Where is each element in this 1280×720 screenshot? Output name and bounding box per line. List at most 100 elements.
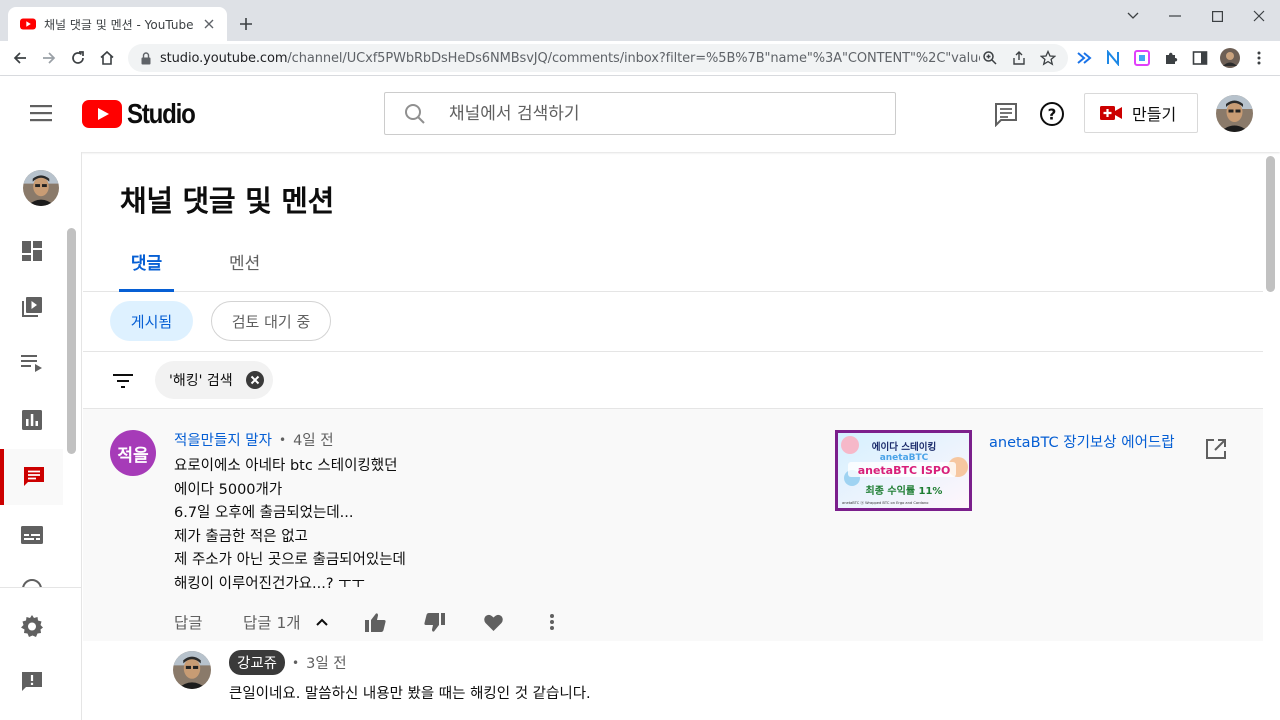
extensions-puzzle-icon[interactable] <box>1158 45 1184 71</box>
chip-held-for-review[interactable]: 검토 대기 중 <box>211 301 331 341</box>
settings-gear-icon <box>20 615 43 637</box>
tab-mentions[interactable]: 멘션 <box>229 240 263 292</box>
close-window-icon[interactable] <box>1239 3 1279 29</box>
back-icon[interactable] <box>7 45 33 71</box>
main-content: 채널 댓글 및 멘션 댓글 멘션 게시됨 검토 대기 중 '해킹' 검색 적을 … <box>83 152 1263 720</box>
comment-meta: 적을만들지 말자 • 4일 전 <box>174 429 334 450</box>
tab-bar: 댓글 멘션 <box>83 240 1263 292</box>
meta-separator: • <box>292 655 300 670</box>
video-thumbnail[interactable]: 에이다 스테이킹 anetaBTC anetaBTC ISPO 최종 수익률 1… <box>835 430 972 511</box>
url-path: /channel/UCxf5PWbRbDsHeDs6NMBsvJQ/commen… <box>287 50 980 66</box>
rail-item-copyright[interactable] <box>0 562 63 588</box>
extension-blue-icon[interactable] <box>1071 45 1097 71</box>
search-filter-chip[interactable]: '해킹' 검색 <box>155 361 273 399</box>
rail-item-settings[interactable] <box>0 598 63 654</box>
reply-button-label: 답글 <box>174 614 203 632</box>
more-vert-icon <box>550 614 554 630</box>
bookmark-star-icon[interactable] <box>1036 46 1060 70</box>
profile-avatar-icon[interactable] <box>1217 45 1243 71</box>
share-icon[interactable] <box>1007 46 1031 70</box>
url-text: studio.youtube.com/channel/UCxf5PWbRbDsH… <box>160 51 980 66</box>
comment-item: 적을 적을만들지 말자 • 4일 전 요로이에소 아네타 btc 스테이킹했던 … <box>83 409 1263 641</box>
search-icon <box>405 103 425 124</box>
comment-line: 요로이에소 아네타 btc 스테이킹했던 <box>174 458 398 474</box>
tab-search-icon[interactable] <box>1113 3 1153 29</box>
commenter-avatar[interactable]: 적을 <box>110 430 156 476</box>
search-input[interactable] <box>449 103 869 124</box>
rail-item-feedback[interactable] <box>0 654 63 710</box>
rail-item-comments[interactable] <box>0 449 63 505</box>
chip-held-for-review-label: 검토 대기 중 <box>231 312 311 331</box>
reply-text: 큰일이네요. 말씀하신 내용만 봤을 때는 해킹인 것 같습니다. <box>229 686 591 702</box>
browser-tab[interactable]: 채널 댓글 및 멘션 - YouTube Studio <box>8 7 227 41</box>
filter-icon[interactable] <box>111 370 135 392</box>
comment-line: 제 주소가 아닌 곳으로 출금되어있는데 <box>174 552 406 569</box>
tab-comments[interactable]: 댓글 <box>119 240 174 292</box>
reply-time[interactable]: 3일 전 <box>306 652 347 673</box>
extension-n-icon[interactable] <box>1100 45 1126 71</box>
youtube-favicon-icon <box>20 18 36 30</box>
reply-author-badge[interactable]: 강교쥬 <box>229 650 286 675</box>
toggle-replies-button[interactable]: 답글 1개 <box>243 607 328 637</box>
left-navigation-rail <box>0 152 82 720</box>
browser-tab-strip: 채널 댓글 및 멘션 - YouTube Studio <box>0 0 1280 41</box>
comments-icon <box>23 467 44 486</box>
thumbnail-image: 에이다 스테이킹 anetaBTC anetaBTC ISPO 최종 수익률 1… <box>838 433 969 508</box>
browser-menu-icon[interactable] <box>1246 45 1272 71</box>
comment-time[interactable]: 4일 전 <box>293 429 334 450</box>
meta-separator: • <box>279 432 287 447</box>
tab-close-icon[interactable] <box>201 16 217 32</box>
content-icon <box>21 297 42 317</box>
create-button[interactable]: 만들기 <box>1084 93 1198 133</box>
rail-scrollbar[interactable] <box>67 228 76 454</box>
open-in-new-icon[interactable] <box>1205 438 1227 460</box>
home-icon[interactable] <box>94 45 120 71</box>
tab-mentions-label: 멘션 <box>229 254 261 274</box>
replier-avatar[interactable] <box>173 651 211 689</box>
logo-text: Studio <box>127 98 196 129</box>
rail-divider <box>0 587 82 588</box>
comment-line: 해킹이 이루어진건가요...? ㅜㅜ <box>174 575 365 592</box>
dashboard-icon <box>21 241 42 261</box>
thumb-line4: 최종 수익률 11% <box>866 484 943 497</box>
side-panel-icon[interactable] <box>1187 45 1213 71</box>
reload-icon[interactable] <box>65 45 91 71</box>
thumbs-down-icon <box>424 612 445 632</box>
account-avatar[interactable] <box>1216 95 1253 132</box>
rail-item-content[interactable] <box>0 279 63 335</box>
studio-logo[interactable]: Studio <box>82 98 206 129</box>
comment-line: 에이다 5000개가 <box>174 481 283 498</box>
create-button-label: 만들기 <box>1132 105 1177 124</box>
zoom-icon[interactable] <box>978 46 1002 70</box>
rail-item-dashboard[interactable] <box>0 223 63 279</box>
subtitles-icon <box>20 526 43 544</box>
minimize-icon[interactable] <box>1155 3 1195 29</box>
channel-avatar[interactable] <box>23 170 59 206</box>
rail-item-subtitles[interactable] <box>0 507 63 563</box>
more-actions-button[interactable] <box>549 607 555 637</box>
menu-icon[interactable] <box>28 102 54 124</box>
creator-heart-button[interactable] <box>484 607 503 637</box>
thumb-line3: anetaBTC ISPO <box>858 464 951 477</box>
new-tab-icon[interactable] <box>234 12 258 36</box>
dislike-button[interactable] <box>424 607 445 637</box>
rail-item-analytics[interactable] <box>0 392 63 448</box>
search-box[interactable] <box>384 92 896 135</box>
create-video-icon <box>1100 106 1122 120</box>
video-title-link[interactable]: anetaBTC 장기보상 에어드랍 <box>989 431 1175 452</box>
comment-author[interactable]: 적을만들지 말자 <box>174 429 272 450</box>
reply-button[interactable]: 답글 <box>174 607 203 637</box>
maximize-icon[interactable] <box>1197 3 1237 29</box>
feedback-messages-icon[interactable] <box>993 101 1019 127</box>
lock-icon[interactable] <box>140 51 152 65</box>
extension-color-icon[interactable] <box>1129 45 1155 71</box>
like-button[interactable] <box>365 607 386 637</box>
remove-filter-icon[interactable] <box>245 370 265 390</box>
comment-actions: 답글 답글 1개 <box>174 607 594 637</box>
page-scrollbar[interactable] <box>1266 156 1275 292</box>
help-icon[interactable]: ? <box>1039 101 1065 127</box>
chip-published[interactable]: 게시됨 <box>110 301 193 341</box>
address-bar[interactable]: studio.youtube.com/channel/UCxf5PWbRbDsH… <box>128 44 1068 72</box>
rail-item-playlists[interactable] <box>0 335 63 391</box>
forward-icon[interactable] <box>36 45 62 71</box>
